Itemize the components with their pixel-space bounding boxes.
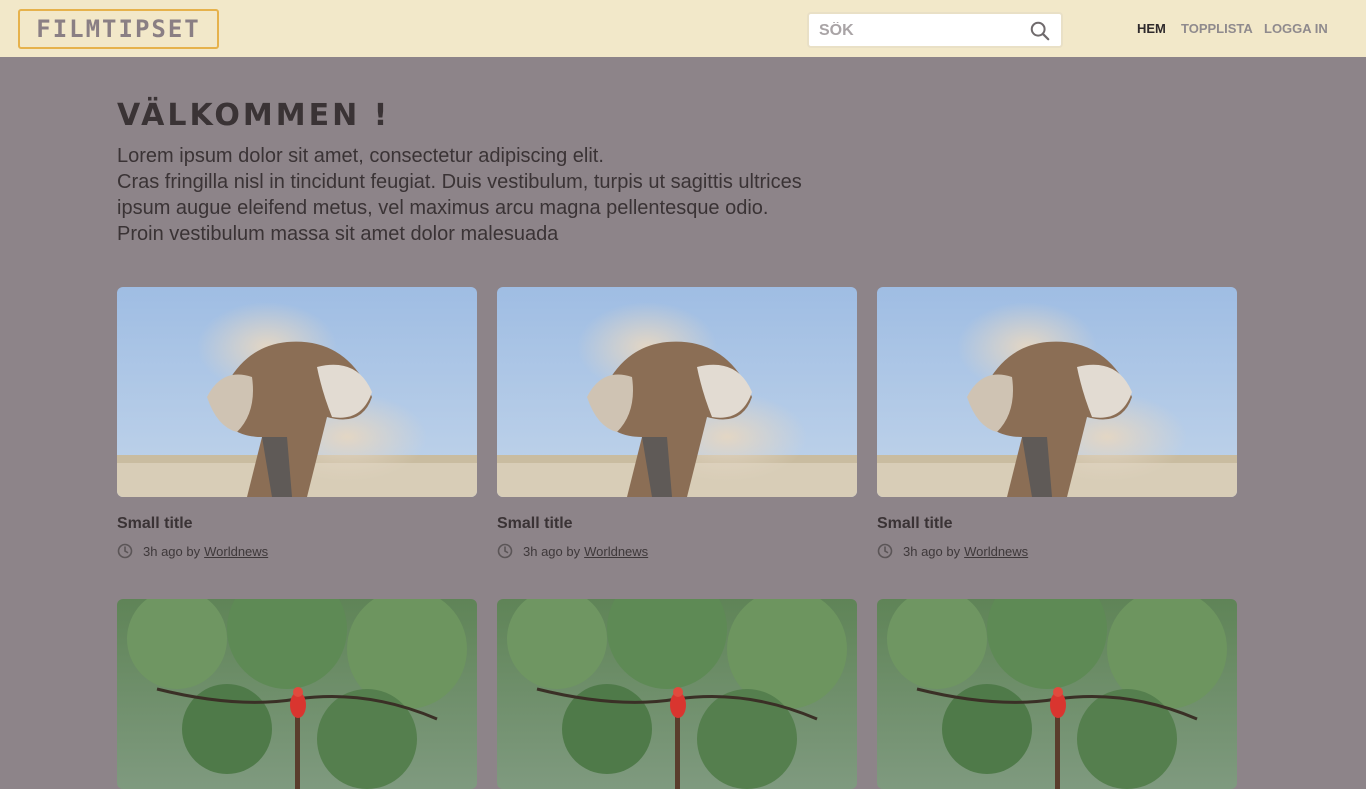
search-input[interactable] (819, 20, 1019, 42)
article-meta: 3h ago by Worldnews (497, 543, 648, 559)
top-navbar: FILMTIPSET HEM TOPPLISTA LOGGA IN (0, 0, 1366, 57)
article-image-elephant[interactable] (497, 287, 857, 497)
article-title[interactable]: Small title (497, 515, 573, 533)
search-box (807, 12, 1063, 48)
article-author-link[interactable]: Worldnews (204, 544, 268, 559)
intro-line: Cras fringilla nisl in tincidunt feugiat… (117, 171, 802, 193)
site-logo[interactable]: FILMTIPSET (18, 9, 219, 49)
clock-icon (497, 543, 513, 559)
clock-icon (877, 543, 893, 559)
article-meta: 3h ago by Worldnews (877, 543, 1028, 559)
article-image-elephant[interactable] (877, 287, 1237, 497)
nav-link-logga-in[interactable]: LOGGA IN (1264, 21, 1328, 36)
article-card[interactable]: Small title 3h ago by Worldnews (497, 287, 857, 559)
article-image-parrot[interactable] (497, 599, 857, 789)
article-meta: 3h ago by Worldnews (117, 543, 268, 559)
article-card[interactable] (117, 599, 477, 789)
logo-text: FILMTIPSET (36, 15, 201, 43)
article-title[interactable]: Small title (117, 515, 193, 533)
article-time: 3h ago by (523, 543, 581, 559)
article-author-link[interactable]: Worldnews (584, 544, 648, 559)
nav-link-topplista[interactable]: TOPPLISTA (1181, 21, 1253, 36)
article-card[interactable] (877, 599, 1237, 789)
article-time: 3h ago by (143, 543, 201, 559)
article-author-link[interactable]: Worldnews (964, 544, 1028, 559)
intro-line: Lorem ipsum dolor sit amet, consectetur … (117, 145, 604, 167)
intro-text: Lorem ipsum dolor sit amet, consectetur … (117, 143, 837, 247)
article-time: 3h ago by (903, 543, 961, 559)
article-image-parrot[interactable] (117, 599, 477, 789)
article-title[interactable]: Small title (877, 515, 953, 533)
nav-link-hem[interactable]: HEM (1137, 21, 1166, 36)
article-card[interactable] (497, 599, 857, 789)
search-icon[interactable] (1029, 20, 1051, 42)
clock-icon (117, 543, 133, 559)
article-card[interactable]: Small title 3h ago by Worldnews (117, 287, 477, 559)
article-image-elephant[interactable] (117, 287, 477, 497)
article-card[interactable]: Small title 3h ago by Worldnews (877, 287, 1237, 559)
intro-line: ipsum augue eleifend metus, vel maximus … (117, 197, 769, 219)
intro-line: Proin vestibulum massa sit amet dolor ma… (117, 223, 559, 245)
article-image-parrot[interactable] (877, 599, 1237, 789)
page-title: VÄLKOMMEN ! (117, 98, 391, 133)
